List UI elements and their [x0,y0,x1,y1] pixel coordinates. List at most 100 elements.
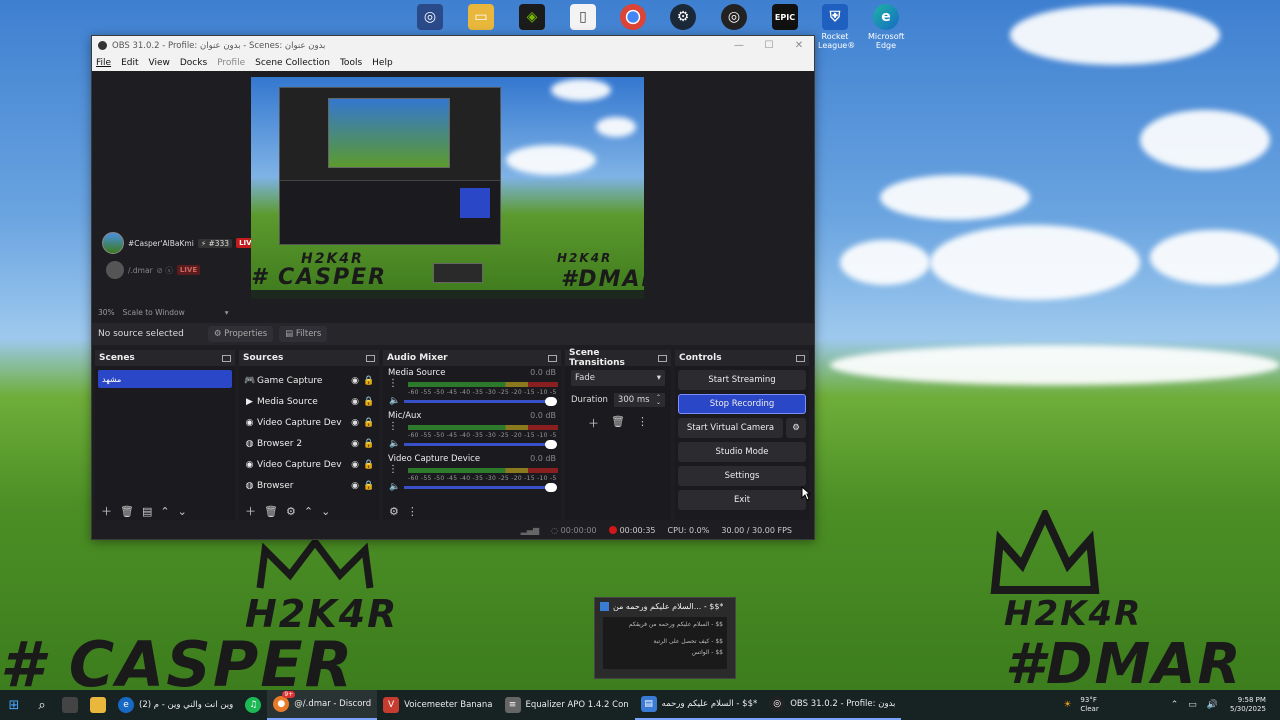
speaker-icon[interactable]: 🔈 [389,439,400,449]
eye-icon[interactable]: ◉ [348,460,362,470]
add-scene-button[interactable]: ＋ [101,503,112,519]
undock-icon[interactable] [366,354,375,362]
volume-slider[interactable] [404,396,557,406]
close-button[interactable]: ✕ [784,40,814,51]
clock[interactable]: 9:58 PM 5/30/2025 [1224,690,1272,720]
slider-knob[interactable] [545,482,557,492]
lock-icon[interactable]: 🔒 [362,460,376,470]
taskbar-spotify[interactable]: ♫ [239,690,267,720]
search-icon[interactable]: ⌕ [28,690,56,720]
filters-button[interactable]: ▤ Filters [279,326,328,342]
move-down-button[interactable]: ⌄ [178,505,187,518]
speaker-icon[interactable]: 🔈 [389,482,400,492]
start-button[interactable]: ⊞ [0,690,28,720]
volume-icon[interactable]: 🔊 [1207,700,1218,710]
properties-button[interactable]: ⚙ Properties [207,326,274,342]
lock-icon[interactable]: 🔒 [362,439,376,449]
eye-icon[interactable]: ◉ [348,481,362,491]
menu-docks[interactable]: Docks [180,58,207,68]
channel-menu-icon[interactable]: ⋮ [386,378,400,389]
lock-icon[interactable]: 🔒 [362,376,376,386]
task-view-icon[interactable] [56,690,84,720]
lock-icon[interactable]: 🔒 [362,397,376,407]
preview-area[interactable]: #Casper'AlBaKmi ⚡ #333 LIVE /.dmar ⊘ ⓢ L… [92,72,814,303]
rocket-league-icon[interactable]: ⛨ Rocket League® [818,4,855,50]
scale-dropdown-icon[interactable]: ▾ [225,308,229,317]
file-icon[interactable]: ▯ [568,4,598,32]
source-up-button[interactable]: ⌃ [304,505,313,518]
taskbar-voicemeeter[interactable]: V Voicemeeter Banana [377,690,498,720]
undock-icon[interactable] [658,354,667,362]
slider-knob[interactable] [545,439,557,449]
source-down-button[interactable]: ⌄ [321,505,330,518]
taskbar-equalizer[interactable]: ≡ Equalizer APO 1.4.2 Con [499,690,635,720]
eye-icon[interactable]: ◉ [348,376,362,386]
menu-tools[interactable]: Tools [340,58,362,68]
start-streaming-button[interactable]: Start Streaming [678,370,806,390]
volume-slider[interactable] [404,482,557,492]
menu-file[interactable]: File [96,58,111,68]
undock-icon[interactable] [796,354,805,362]
settings-button[interactable]: Settings [678,466,806,486]
stop-recording-button[interactable]: Stop Recording [678,394,806,414]
network-icon[interactable]: ▭ [1188,700,1197,710]
start-virtual-camera-button[interactable]: Start Virtual Camera [678,418,783,438]
source-item[interactable]: ◍ Browser ◉ 🔒 [242,475,376,496]
chrome-icon[interactable] [618,4,648,32]
mixer-settings-button[interactable]: ⚙ [389,505,399,518]
channel-menu-icon[interactable]: ⋮ [386,421,400,432]
preview-canvas[interactable]: H2K4R # CASPER H2K4R #DMAR [251,77,644,299]
source-item[interactable]: ◉ Video Capture Dev ◉ 🔒 [242,412,376,433]
taskbar-discord[interactable]: ● 9+ @/.dmar - Discord [267,690,378,720]
taskbar-edge[interactable]: e (2) وين انت والني وين - م [112,690,239,720]
weather-widget[interactable]: ☀ 93°F Clear [1053,690,1104,720]
folder-icon[interactable]: ▭ [466,4,496,32]
undock-icon[interactable] [222,354,231,362]
delete-source-button[interactable]: 🗑 [264,505,278,518]
source-item[interactable]: ▶ Media Source ◉ 🔒 [242,391,376,412]
add-source-button[interactable]: ＋ [245,503,256,519]
explorer-icon[interactable] [84,690,112,720]
source-properties-button[interactable]: ⚙ [286,505,296,518]
volume-slider[interactable] [404,439,557,449]
speaker-icon[interactable]: 🔈 [389,396,400,406]
tray-chevron-icon[interactable]: ⌃ [1171,700,1179,710]
transition-menu-button[interactable]: ⋮ [637,415,648,431]
taskbar-notepad[interactable]: ▤ السلام عليكم ورحمه - $$* [634,690,764,720]
obs-desktop-icon[interactable]: ◎ [719,4,749,32]
taskbar-obs[interactable]: ◎ OBS 31.0.2 - Profile: بدون [763,690,902,720]
slider-knob[interactable] [545,396,557,406]
menu-edit[interactable]: Edit [121,58,138,68]
exit-button[interactable]: Exit [678,490,806,510]
eye-icon[interactable]: ◉ [348,397,362,407]
epic-games-icon[interactable]: EPIC [770,4,800,32]
scene-item[interactable]: مشهد [98,370,232,388]
nvidia-icon[interactable]: ◈ [517,4,547,32]
steam-icon[interactable]: ⚙ [668,4,698,32]
source-item[interactable]: ◉ Video Capture Dev ◉ 🔒 [242,454,376,475]
edge-icon[interactable]: e Microsoft Edge [868,4,904,50]
scene-filters-button[interactable]: ▤ [142,505,152,518]
maximize-button[interactable]: ☐ [754,40,784,51]
menu-profile[interactable]: Profile [217,58,245,68]
source-item[interactable]: ◍ Browser 2 ◉ 🔒 [242,433,376,454]
source-item[interactable]: 🎮 Game Capture ◉ 🔒 [242,370,376,391]
menu-scene-collection[interactable]: Scene Collection [255,58,330,68]
scale-select[interactable]: Scale to Window [123,308,185,317]
undock-icon[interactable] [548,354,557,362]
remove-transition-button[interactable]: 🗑 [611,415,625,431]
move-up-button[interactable]: ⌃ [160,505,169,518]
menu-help[interactable]: Help [372,58,393,68]
mixer-menu-button[interactable]: ⋮ [407,505,418,518]
add-transition-button[interactable]: ＋ [588,415,599,431]
system-tray[interactable]: ⌃ ▭ 🔊 [1165,690,1224,720]
virtual-camera-settings-icon[interactable]: ⚙ [786,418,806,438]
taskbar-preview-popup[interactable]: السلام عليكم ورحمه من... - $$* $$ - السل… [594,597,736,679]
studio-mode-button[interactable]: Studio Mode [678,442,806,462]
lock-icon[interactable]: 🔒 [362,481,376,491]
lock-icon[interactable]: 🔒 [362,418,376,428]
eye-icon[interactable]: ◉ [348,439,362,449]
delete-scene-button[interactable]: 🗑 [120,505,134,518]
channel-menu-icon[interactable]: ⋮ [386,464,400,475]
transition-select[interactable]: Fade ▾ [571,370,665,386]
